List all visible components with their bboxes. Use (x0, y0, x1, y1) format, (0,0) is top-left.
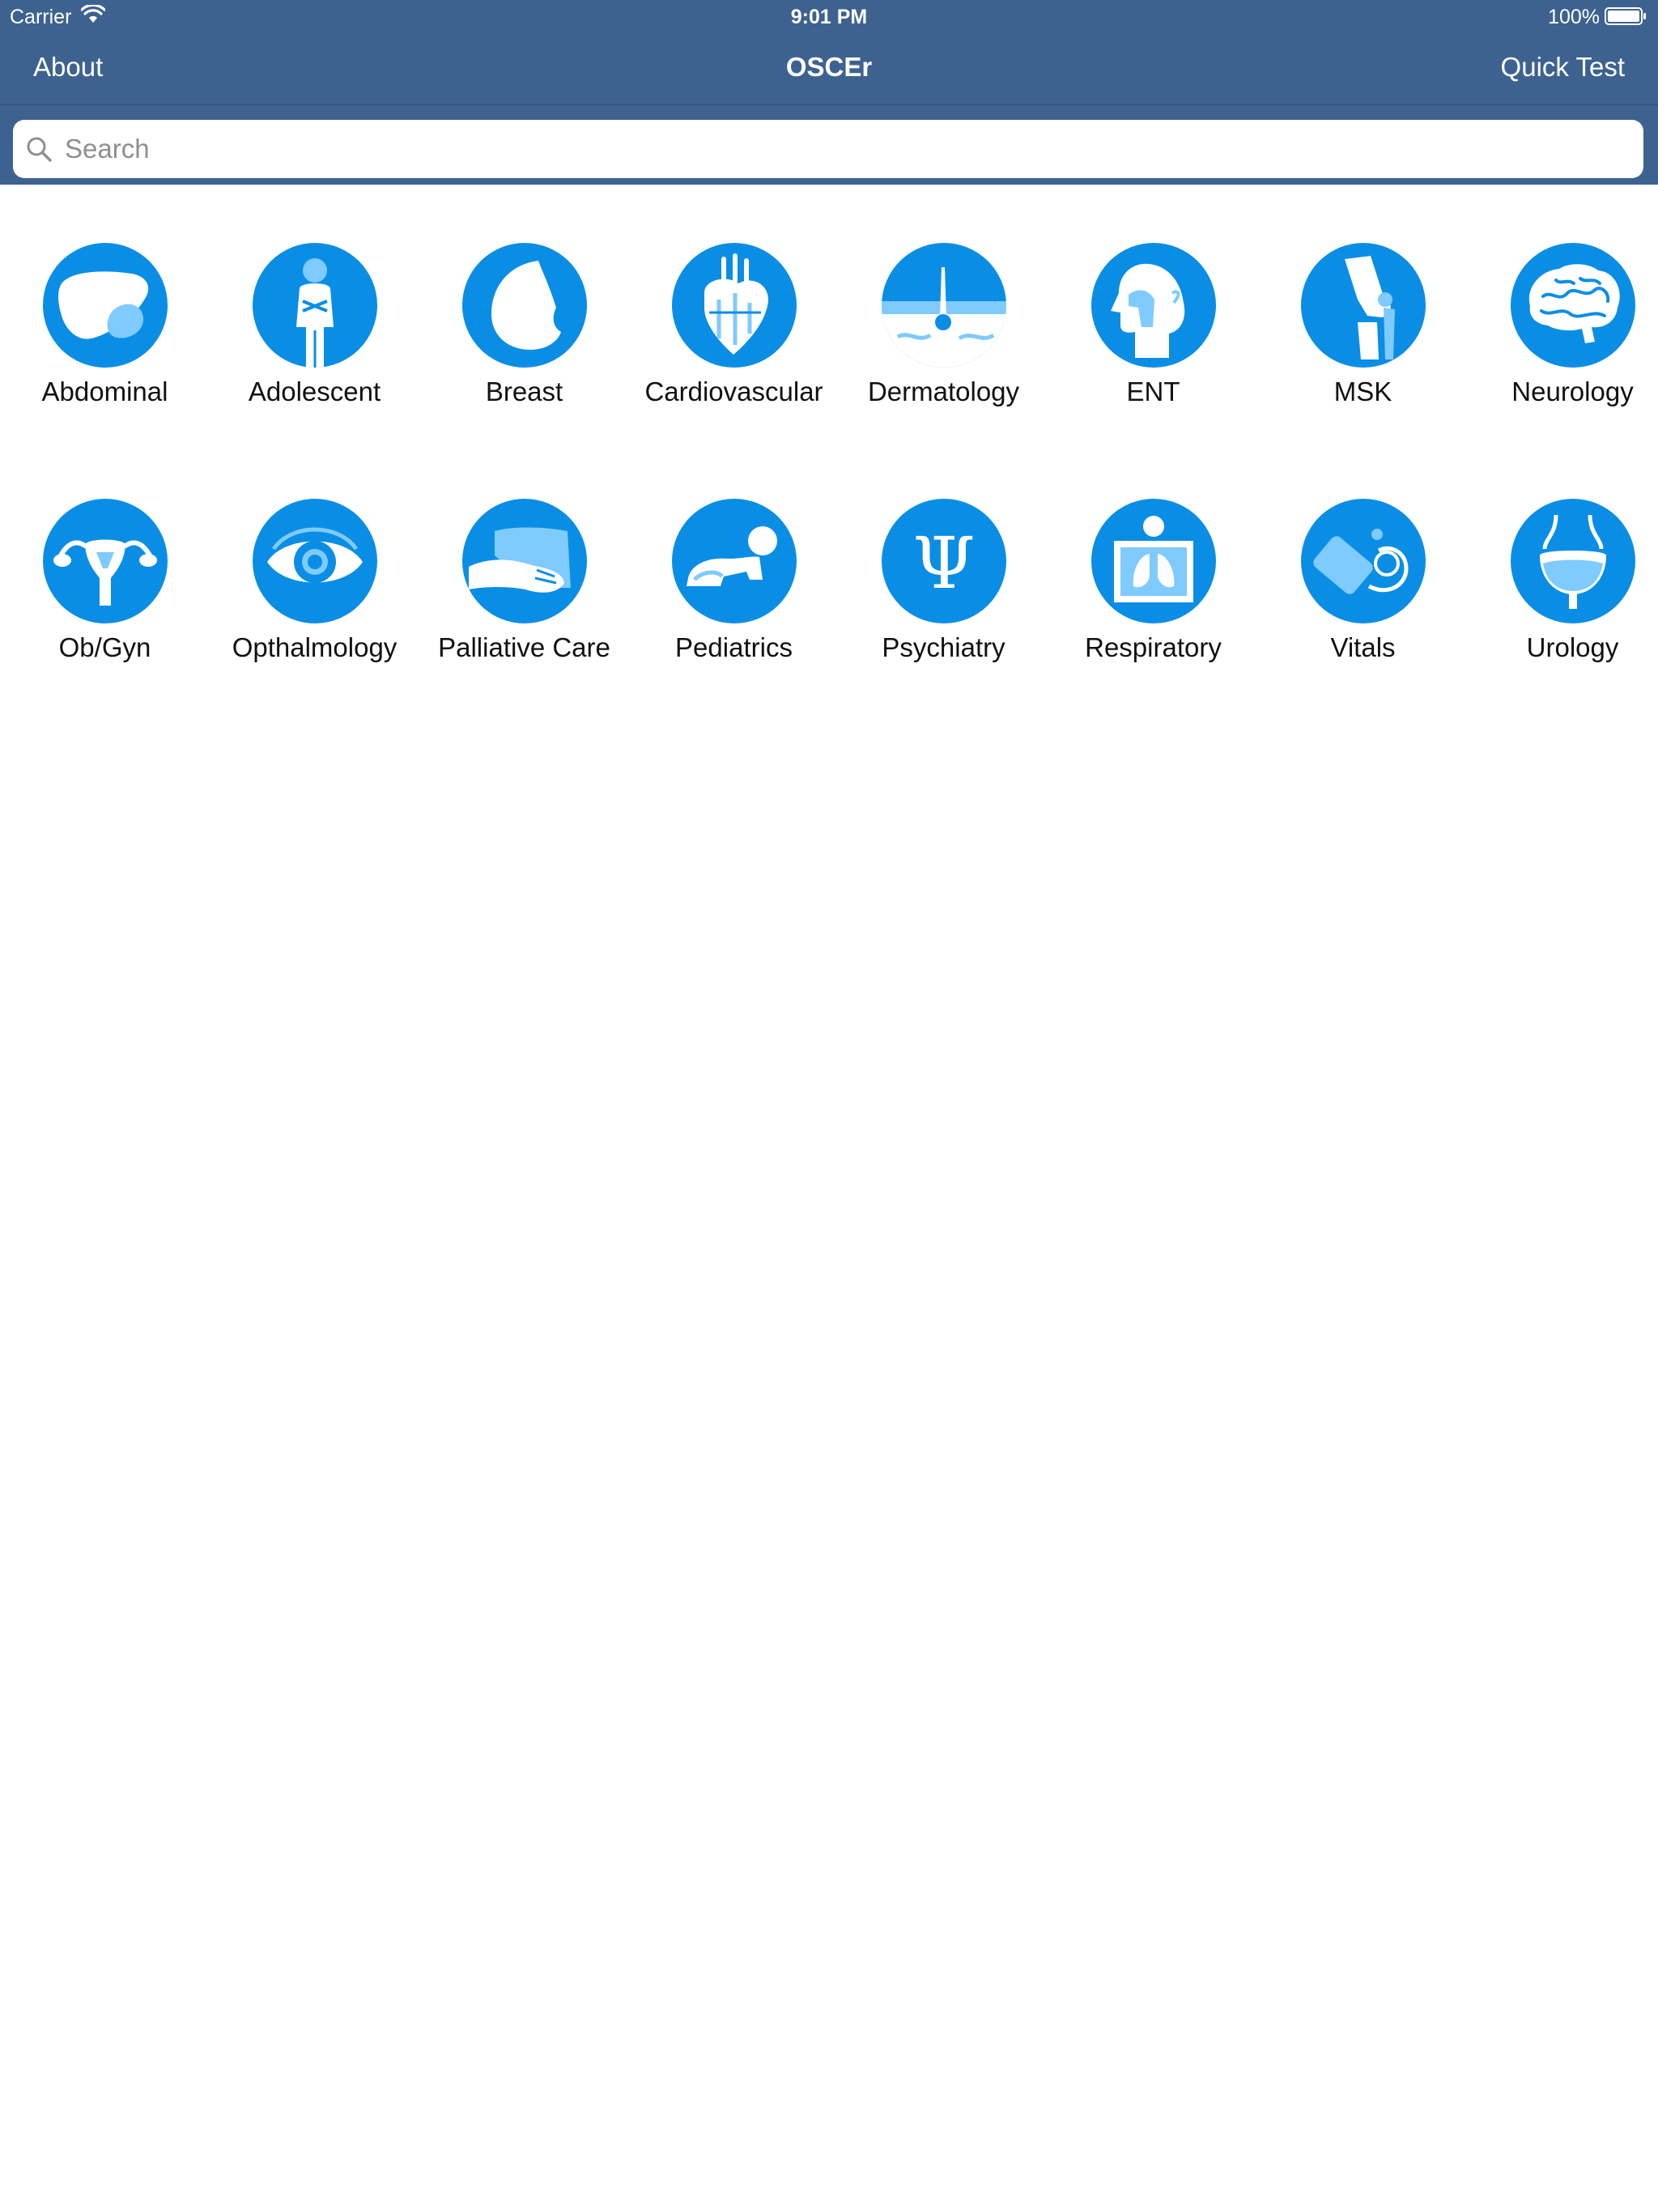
battery-icon (1605, 7, 1646, 25)
category-label: Dermatology (867, 376, 1020, 406)
skin-icon (882, 267, 1006, 368)
category-label: Opthalmology (232, 632, 397, 662)
navigation-bar: About OSCEr Quick Test (0, 32, 1658, 104)
category-label: Adolescent (248, 376, 381, 406)
category-psychiatry[interactable]: Ψ Psychiatry (839, 496, 1048, 690)
search-bar[interactable] (13, 120, 1643, 178)
uterus-icon (53, 539, 157, 606)
category-label: Cardiovascular (644, 376, 823, 406)
page-title: OSCEr (785, 52, 873, 82)
category-abdominal[interactable]: Abdominal (0, 240, 210, 434)
category-label: ENT (1126, 376, 1180, 406)
category-label: Pediatrics (675, 632, 793, 662)
clock: 9:01 PM (790, 6, 868, 28)
category-msk[interactable]: MSK (1258, 240, 1468, 434)
liver-icon (58, 271, 149, 339)
adolescent-icon (296, 258, 334, 368)
category-label: Respiratory (1085, 632, 1222, 662)
quick-test-button[interactable]: Quick Test (1501, 52, 1625, 83)
category-neurology[interactable]: Neurology (1468, 240, 1658, 434)
category-urology[interactable]: Urology (1468, 496, 1658, 690)
search-icon (27, 137, 52, 162)
category-label: Neurology (1511, 376, 1634, 406)
heart-icon (704, 253, 768, 355)
category-label: Urology (1526, 632, 1619, 662)
category-pediatrics[interactable]: Pediatrics (629, 496, 839, 690)
eye-icon (267, 527, 363, 583)
head-profile-icon (1111, 263, 1185, 358)
bladder-icon (1540, 514, 1606, 609)
category-cardiovascular[interactable]: Cardiovascular (629, 240, 839, 434)
breast-icon (491, 261, 561, 350)
category-label: Breast (485, 376, 563, 406)
psi-icon: Ψ (912, 521, 975, 605)
header: Carrier 9:01 PM 100% About OSCEr Quick T… (0, 0, 1658, 185)
category-vitals[interactable]: Vitals (1258, 496, 1468, 690)
knee-joint-icon (1345, 256, 1395, 359)
category-dermatology[interactable]: Dermatology (839, 240, 1048, 434)
category-adolescent[interactable]: Adolescent (210, 240, 419, 434)
category-breast[interactable]: Breast (419, 240, 629, 434)
search-input[interactable] (60, 120, 1632, 178)
brain-icon (1528, 264, 1620, 343)
category-ob-gyn[interactable]: Ob/Gyn (0, 496, 210, 690)
category-ent[interactable]: ENT (1048, 240, 1258, 434)
crawling-baby-icon (687, 526, 777, 586)
lungs-xray-icon (1114, 516, 1193, 602)
category-label: Vitals (1330, 632, 1396, 662)
category-label: Abdominal (41, 376, 168, 406)
category-label: MSK (1333, 376, 1392, 406)
category-label: Psychiatry (882, 632, 1005, 662)
svg-text:Ψ: Ψ (912, 521, 975, 605)
category-label: Palliative Care (438, 632, 610, 662)
status-bar: Carrier 9:01 PM 100% (0, 0, 1658, 32)
blood-pressure-cuff-icon (1313, 529, 1409, 594)
battery-percentage: 100% (1548, 6, 1600, 28)
navbar-divider (0, 104, 1658, 105)
category-respiratory[interactable]: Respiratory (1048, 496, 1258, 690)
category-opthalmology[interactable]: Opthalmology (210, 496, 419, 690)
category-label: Ob/Gyn (58, 632, 151, 662)
hands-icon (469, 527, 571, 593)
category-palliative-care[interactable]: Palliative Care (419, 496, 629, 690)
